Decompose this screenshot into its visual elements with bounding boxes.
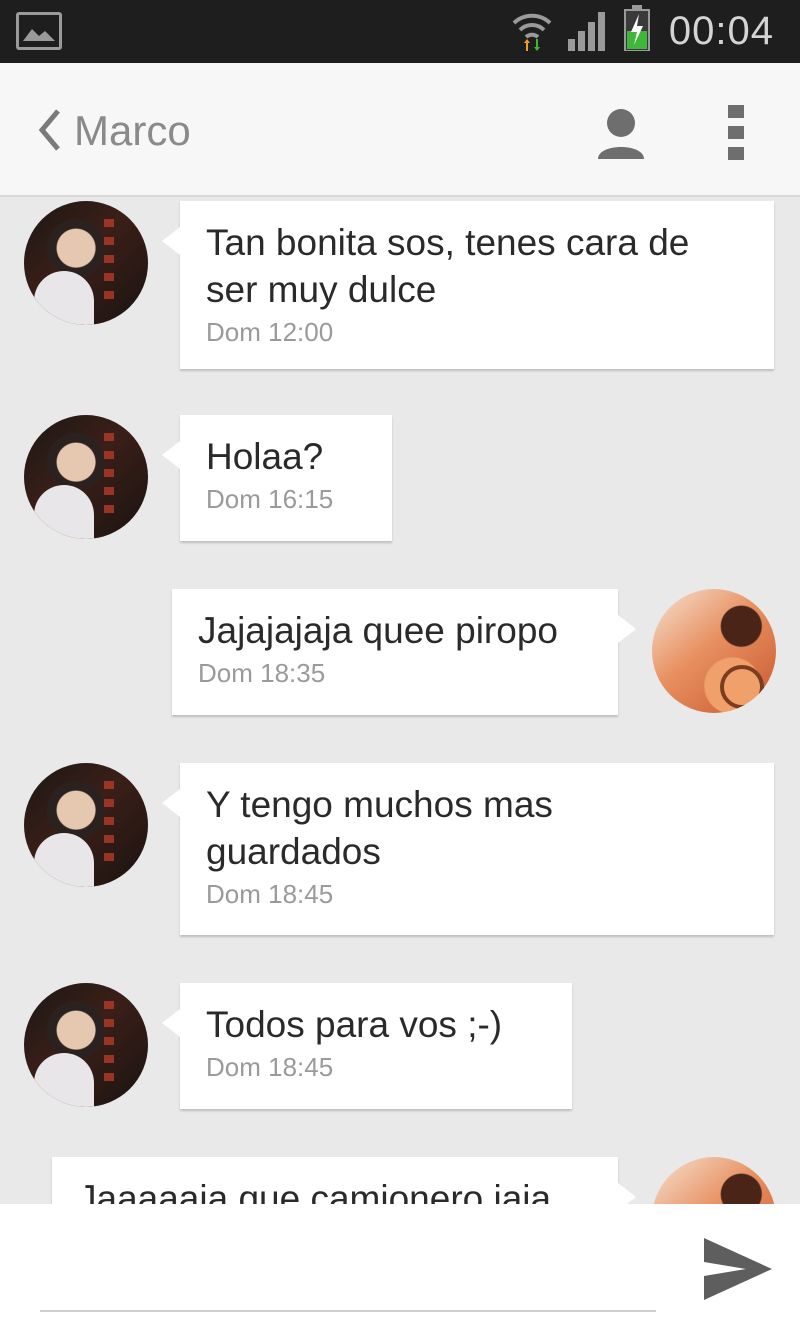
status-time: 00:04 — [668, 9, 774, 53]
signal-icon — [566, 5, 612, 56]
message-bubble-incoming[interactable]: Tan bonita sos, tenes cara de ser muy du… — [162, 201, 774, 369]
send-icon[interactable] — [700, 1234, 774, 1304]
contact-icon[interactable] — [596, 107, 646, 159]
message-text: Tan bonita sos, tenes cara de ser muy du… — [206, 222, 690, 310]
own-avatar[interactable] — [652, 1157, 776, 1204]
message-bubble-incoming[interactable]: Holaa? Dom 16:15 — [162, 415, 392, 541]
message-input[interactable] — [40, 1238, 656, 1312]
message-text: Jajajajaja quee piropo — [198, 610, 558, 651]
message-timestamp: Dom 18:45 — [206, 879, 334, 909]
message-timestamp: Dom 16:15 — [206, 484, 334, 514]
contact-avatar[interactable] — [24, 763, 148, 887]
message-timestamp: Dom 12:00 — [206, 317, 334, 347]
message-bubble-outgoing[interactable]: Jajajajaja quee piropo Dom 18:35 — [172, 589, 636, 715]
message-text: Jaaaaaja que camionero jaja — [78, 1178, 552, 1204]
wifi-icon — [510, 7, 554, 56]
message-timestamp: Dom 18:35 — [198, 658, 326, 688]
message-text: Todos para vos ;-) — [206, 1004, 503, 1045]
message-bubble-incoming[interactable]: Todos para vos ;-) Dom 18:45 — [162, 983, 572, 1109]
contact-avatar[interactable] — [24, 415, 148, 539]
contact-avatar[interactable] — [24, 201, 148, 325]
message-thread[interactable]: Tan bonita sos, tenes cara de ser muy du… — [0, 197, 800, 1204]
contact-avatar[interactable] — [24, 983, 148, 1107]
gallery-icon — [16, 12, 62, 50]
app-bar: Marco — [0, 63, 800, 197]
message-timestamp: Dom 18:45 — [206, 1052, 334, 1082]
own-avatar[interactable] — [652, 589, 776, 713]
message-bubble-outgoing[interactable]: Jaaaaaja que camionero jaja — [52, 1157, 636, 1204]
message-text: Y tengo muchos mas guardados — [206, 784, 553, 872]
status-bar: 00:04 — [0, 0, 800, 63]
back-arrow-icon[interactable] — [36, 107, 62, 153]
conversation-title[interactable]: Marco — [74, 107, 191, 155]
message-bubble-incoming[interactable]: Y tengo muchos mas guardados Dom 18:45 — [162, 763, 774, 935]
battery-charging-icon — [624, 5, 650, 56]
overflow-menu-icon[interactable] — [728, 105, 744, 161]
message-text: Holaa? — [206, 436, 324, 477]
message-composer — [0, 1204, 800, 1333]
